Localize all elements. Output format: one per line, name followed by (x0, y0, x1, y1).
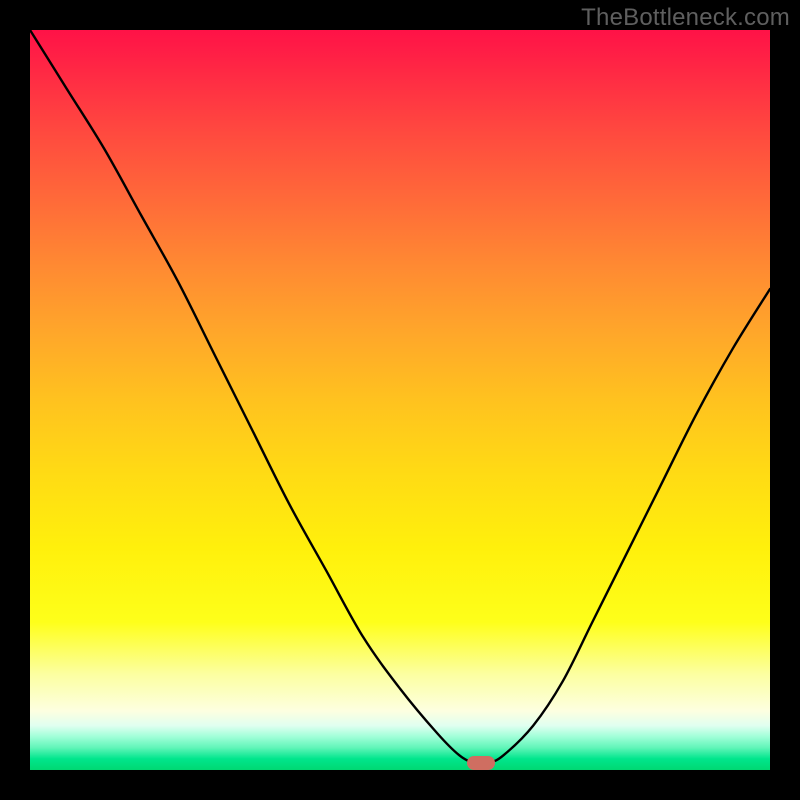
optimal-point-marker (467, 756, 495, 770)
bottleneck-curve-path (30, 30, 770, 764)
plot-area (30, 30, 770, 770)
chart-frame: TheBottleneck.com (0, 0, 800, 800)
bottleneck-curve-svg (30, 30, 770, 770)
watermark-text: TheBottleneck.com (581, 4, 790, 32)
